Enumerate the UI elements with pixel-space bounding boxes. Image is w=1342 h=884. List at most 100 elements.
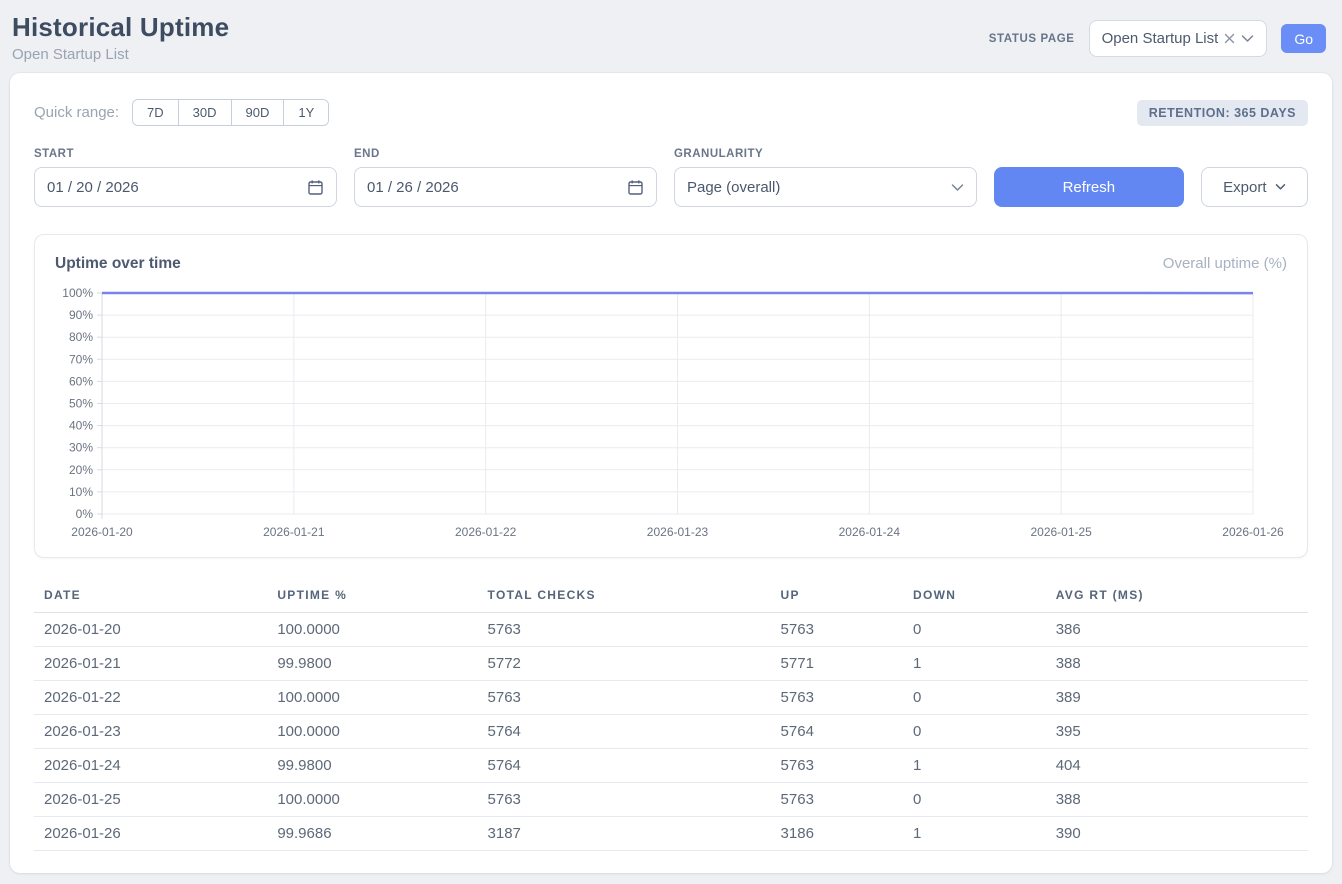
end-label: END xyxy=(354,148,657,160)
quick-range-label: Quick range: xyxy=(34,104,119,121)
chevron-down-icon xyxy=(951,183,964,192)
page-subtitle: Open Startup List xyxy=(12,46,229,63)
column-header-up: UP xyxy=(781,582,913,613)
table-header: DATE UPTIME % TOTAL CHECKS UP DOWN AVG R… xyxy=(34,582,1308,613)
header-right: STATUS PAGE Open Startup List Go xyxy=(989,20,1326,57)
uptime-chart: 0%10%20%30%40%50%60%70%80%90%100%2026-01… xyxy=(55,281,1289,543)
svg-text:2026-01-26: 2026-01-26 xyxy=(1222,525,1284,539)
quick-range-group: 7D 30D 90D 1Y xyxy=(132,99,329,126)
uptime-table-body: 2026-01-20100.00005763576303862026-01-21… xyxy=(34,613,1308,851)
cell-date: 2026-01-26 xyxy=(34,817,277,851)
cell-total-checks: 5763 xyxy=(488,613,781,647)
svg-text:0%: 0% xyxy=(76,507,94,521)
svg-text:40%: 40% xyxy=(69,419,93,433)
cell-down: 1 xyxy=(913,647,1056,681)
quick-range-90d[interactable]: 90D xyxy=(231,100,284,125)
svg-text:90%: 90% xyxy=(69,308,93,322)
granularity-field: GRANULARITY Page (overall) xyxy=(674,148,977,207)
table-row: 2026-01-20100.0000576357630386 xyxy=(34,613,1308,647)
column-header-avg-rt: AVG RT (MS) xyxy=(1056,582,1308,613)
cell-avg-rt: 388 xyxy=(1056,647,1308,681)
cell-total-checks: 5763 xyxy=(488,681,781,715)
svg-text:2026-01-22: 2026-01-22 xyxy=(455,525,517,539)
export-button[interactable]: Export xyxy=(1201,167,1308,207)
chevron-down-icon xyxy=(1275,183,1286,191)
column-header-total-checks: TOTAL CHECKS xyxy=(488,582,781,613)
end-date-value: 01 / 26 / 2026 xyxy=(367,179,627,196)
end-date-field: END 01 / 26 / 2026 xyxy=(354,148,657,207)
status-page-select[interactable]: Open Startup List xyxy=(1089,20,1268,57)
svg-text:2026-01-20: 2026-01-20 xyxy=(71,525,133,539)
export-label: Export xyxy=(1223,179,1266,196)
cell-avg-rt: 395 xyxy=(1056,715,1308,749)
cell-up: 3186 xyxy=(781,817,913,851)
cell-up: 5763 xyxy=(781,613,913,647)
cell-uptime-pct: 100.0000 xyxy=(277,783,487,817)
svg-text:2026-01-24: 2026-01-24 xyxy=(839,525,901,539)
chevron-down-icon xyxy=(1241,34,1254,43)
granularity-select[interactable]: Page (overall) xyxy=(674,167,977,207)
cell-down: 0 xyxy=(913,613,1056,647)
cell-uptime-pct: 99.9800 xyxy=(277,749,487,783)
svg-text:20%: 20% xyxy=(69,463,93,477)
svg-text:70%: 70% xyxy=(69,352,93,366)
calendar-icon[interactable] xyxy=(627,179,644,196)
uptime-chart-card: Uptime over time Overall uptime (%) 0% 10… xyxy=(34,234,1308,558)
svg-text:10%: 10% xyxy=(69,485,93,499)
cell-date: 2026-01-20 xyxy=(34,613,277,647)
uptime-table: DATE UPTIME % TOTAL CHECKS UP DOWN AVG R… xyxy=(34,582,1308,851)
start-date-input[interactable]: 01 / 20 / 2026 xyxy=(34,167,337,207)
top-header: Historical Uptime Open Startup List STAT… xyxy=(10,12,1332,63)
cell-uptime-pct: 99.9800 xyxy=(277,647,487,681)
cell-down: 1 xyxy=(913,817,1056,851)
quick-range-7d[interactable]: 7D xyxy=(133,100,178,125)
cell-down: 0 xyxy=(913,715,1056,749)
svg-text:2026-01-25: 2026-01-25 xyxy=(1030,525,1092,539)
chart-legend: Overall uptime (%) xyxy=(1163,255,1287,272)
svg-text:30%: 30% xyxy=(69,441,93,455)
cell-total-checks: 3187 xyxy=(488,817,781,851)
cell-avg-rt: 389 xyxy=(1056,681,1308,715)
table-row: 2026-01-25100.0000576357630388 xyxy=(34,783,1308,817)
calendar-icon[interactable] xyxy=(307,179,324,196)
chart-title: Uptime over time xyxy=(55,255,181,273)
controls-row: START 01 / 20 / 2026 END 01 / 26 / 2026 … xyxy=(34,148,1308,207)
cell-avg-rt: 386 xyxy=(1056,613,1308,647)
cell-date: 2026-01-25 xyxy=(34,783,277,817)
retention-badge: RETENTION: 365 DAYS xyxy=(1137,100,1308,126)
go-button[interactable]: Go xyxy=(1281,24,1326,53)
cell-date: 2026-01-24 xyxy=(34,749,277,783)
cell-up: 5763 xyxy=(781,681,913,715)
table-row: 2026-01-2499.9800576457631404 xyxy=(34,749,1308,783)
cell-avg-rt: 404 xyxy=(1056,749,1308,783)
granularity-value: Page (overall) xyxy=(687,179,951,196)
start-date-field: START 01 / 20 / 2026 xyxy=(34,148,337,207)
quick-range-1y[interactable]: 1Y xyxy=(283,100,328,125)
table-row: 2026-01-2199.9800577257711388 xyxy=(34,647,1308,681)
clear-icon[interactable] xyxy=(1224,33,1235,44)
cell-total-checks: 5764 xyxy=(488,749,781,783)
status-page-value: Open Startup List xyxy=(1102,30,1219,47)
cell-up: 5763 xyxy=(781,749,913,783)
end-date-input[interactable]: 01 / 26 / 2026 xyxy=(354,167,657,207)
cell-up: 5764 xyxy=(781,715,913,749)
cell-total-checks: 5763 xyxy=(488,783,781,817)
svg-text:80%: 80% xyxy=(69,330,93,344)
granularity-label: GRANULARITY xyxy=(674,148,977,160)
svg-text:100%: 100% xyxy=(62,286,93,300)
quick-range-row: Quick range: 7D 30D 90D 1Y RETENTION: 36… xyxy=(34,99,1308,126)
cell-up: 5763 xyxy=(781,783,913,817)
start-label: START xyxy=(34,148,337,160)
refresh-button[interactable]: Refresh xyxy=(994,167,1184,207)
cell-uptime-pct: 100.0000 xyxy=(277,715,487,749)
svg-text:2026-01-23: 2026-01-23 xyxy=(647,525,709,539)
cell-date: 2026-01-21 xyxy=(34,647,277,681)
table-row: 2026-01-23100.0000576457640395 xyxy=(34,715,1308,749)
chart-header: Uptime over time Overall uptime (%) xyxy=(55,255,1287,273)
column-header-uptime-pct: UPTIME % xyxy=(277,582,487,613)
cell-avg-rt: 388 xyxy=(1056,783,1308,817)
cell-down: 1 xyxy=(913,749,1056,783)
page-title: Historical Uptime xyxy=(12,12,229,43)
cell-down: 0 xyxy=(913,783,1056,817)
quick-range-30d[interactable]: 30D xyxy=(178,100,231,125)
